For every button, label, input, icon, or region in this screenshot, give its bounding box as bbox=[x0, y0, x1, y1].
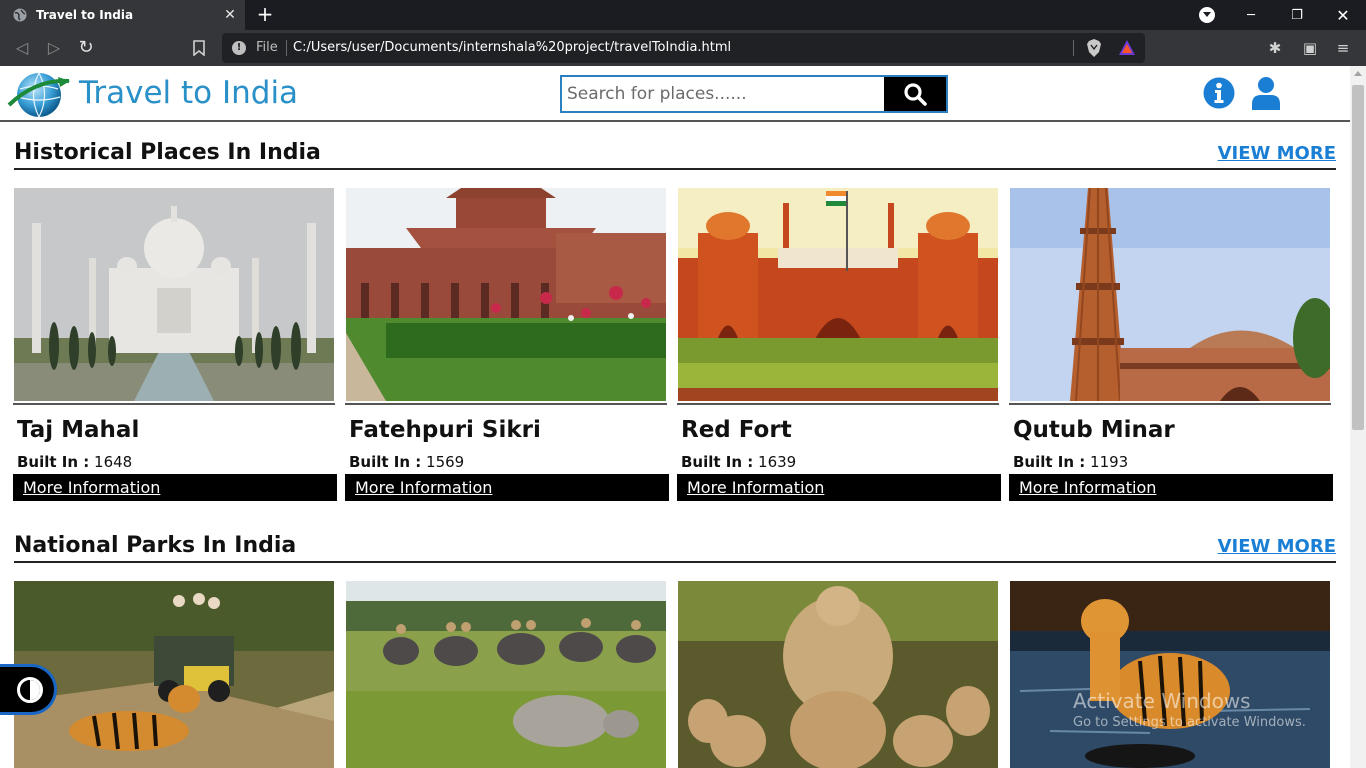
omnibox-divider bbox=[286, 40, 287, 56]
page-scrollbar[interactable] bbox=[1350, 66, 1366, 768]
search-form bbox=[560, 75, 948, 113]
card-divider bbox=[13, 403, 335, 405]
tab-close-icon[interactable]: ✕ bbox=[215, 7, 245, 23]
extensions-icon[interactable]: ✱ bbox=[1266, 39, 1284, 57]
built-value: 1648 bbox=[89, 453, 133, 471]
built-year: Built In : 1569 bbox=[349, 453, 464, 471]
new-tab-button[interactable]: + bbox=[254, 3, 276, 25]
more-information-link[interactable]: More Information bbox=[13, 474, 337, 501]
browser-tab-strip: Travel to India ✕ + ─ ❐ ✕ bbox=[0, 0, 1366, 30]
windows-activation-watermark: Activate Windows Go to Settings to activ… bbox=[1073, 689, 1306, 730]
more-information-link[interactable]: More Information bbox=[345, 474, 669, 501]
scrollbar-thumb[interactable] bbox=[1352, 85, 1364, 430]
place-image-fatehpuri-sikri[interactable] bbox=[346, 188, 666, 401]
card-divider bbox=[677, 403, 999, 405]
close-window-button[interactable]: ✕ bbox=[1320, 0, 1366, 30]
card-divider bbox=[345, 403, 667, 405]
user-icon[interactable] bbox=[1252, 77, 1280, 110]
place-image-red-fort[interactable] bbox=[678, 188, 998, 401]
place-name: Taj Mahal bbox=[17, 417, 140, 443]
search-input[interactable] bbox=[562, 77, 884, 111]
built-year: Built In : 1639 bbox=[681, 453, 796, 471]
reload-button[interactable]: ↻ bbox=[76, 38, 96, 58]
built-year: Built In : 1193 bbox=[1013, 453, 1128, 471]
watermark-line1: Activate Windows bbox=[1073, 689, 1251, 713]
wallet-icon[interactable]: ▣ bbox=[1301, 39, 1319, 57]
park-image-tiger-safari[interactable] bbox=[14, 581, 334, 768]
park-image-rhino-elephants[interactable] bbox=[346, 581, 666, 768]
minimize-button[interactable]: ─ bbox=[1228, 0, 1274, 30]
search-button[interactable] bbox=[884, 77, 946, 111]
view-more-link[interactable]: VIEW MORE bbox=[1218, 536, 1336, 557]
more-information-link[interactable]: More Information bbox=[677, 474, 1001, 501]
info-icon[interactable] bbox=[1203, 77, 1235, 109]
more-information-link[interactable]: More Information bbox=[1009, 474, 1333, 501]
built-label: Built In : bbox=[349, 453, 422, 471]
scroll-up-arrow-icon[interactable] bbox=[1354, 71, 1362, 76]
globe-logo-icon[interactable] bbox=[6, 69, 72, 119]
built-value: 1639 bbox=[753, 453, 797, 471]
omnibox-divider-right bbox=[1073, 40, 1074, 56]
built-year: Built In : 1648 bbox=[17, 453, 132, 471]
tab-title: Travel to India bbox=[36, 8, 134, 22]
built-value: 1569 bbox=[421, 453, 465, 471]
built-label: Built In : bbox=[17, 453, 90, 471]
place-name: Red Fort bbox=[681, 417, 792, 443]
watermark-line2: Go to Settings to activate Windows. bbox=[1073, 715, 1306, 730]
forward-button[interactable]: ▷ bbox=[44, 38, 64, 58]
back-button[interactable]: ◁ bbox=[12, 38, 32, 58]
contrast-icon bbox=[17, 677, 43, 703]
brave-shields-icon[interactable] bbox=[1086, 39, 1102, 57]
brave-rewards-icon[interactable] bbox=[1118, 39, 1136, 57]
address-bar[interactable]: ! File C:/Users/user/Documents/internsha… bbox=[222, 33, 1145, 63]
address-toolbar: ◁ ▷ ↻ ! File C:/Users/user/Documents/int… bbox=[0, 30, 1366, 66]
tab-search-icon[interactable] bbox=[1199, 7, 1215, 23]
globe-icon bbox=[13, 8, 27, 22]
place-name: Qutub Minar bbox=[1013, 417, 1175, 443]
section-title: National Parks In India bbox=[14, 533, 297, 558]
page-viewport: Travel to India Historical Places In Ind… bbox=[0, 66, 1350, 768]
search-icon bbox=[904, 83, 927, 106]
section-historical-header: Historical Places In India VIEW MORE bbox=[14, 136, 1336, 170]
place-name: Fatehpuri Sikri bbox=[349, 417, 541, 443]
card-divider bbox=[1009, 403, 1331, 405]
url-text[interactable]: C:/Users/user/Documents/internshala%20pr… bbox=[293, 40, 731, 55]
place-image-qutub-minar[interactable] bbox=[1010, 188, 1330, 401]
section-national-parks-header: National Parks In India VIEW MORE bbox=[14, 529, 1336, 563]
scheme-label: File bbox=[256, 40, 278, 55]
view-more-link[interactable]: VIEW MORE bbox=[1218, 143, 1336, 164]
browser-tab[interactable]: Travel to India ✕ bbox=[0, 0, 245, 30]
menu-icon[interactable]: ≡ bbox=[1334, 39, 1352, 57]
built-label: Built In : bbox=[681, 453, 754, 471]
site-brand-title[interactable]: Travel to India bbox=[79, 75, 298, 111]
site-info-icon[interactable]: ! bbox=[232, 41, 246, 55]
park-image-tiger-water[interactable] bbox=[1010, 581, 1330, 768]
restore-button[interactable]: ❐ bbox=[1274, 0, 1320, 30]
built-label: Built In : bbox=[1013, 453, 1086, 471]
built-value: 1193 bbox=[1085, 453, 1129, 471]
site-header: Travel to India bbox=[0, 66, 1350, 122]
park-image-lions[interactable] bbox=[678, 581, 998, 768]
place-image-taj-mahal[interactable] bbox=[14, 188, 334, 401]
bookmark-icon[interactable] bbox=[192, 40, 206, 56]
section-title: Historical Places In India bbox=[14, 140, 321, 165]
contrast-toggle-button[interactable] bbox=[0, 664, 57, 715]
